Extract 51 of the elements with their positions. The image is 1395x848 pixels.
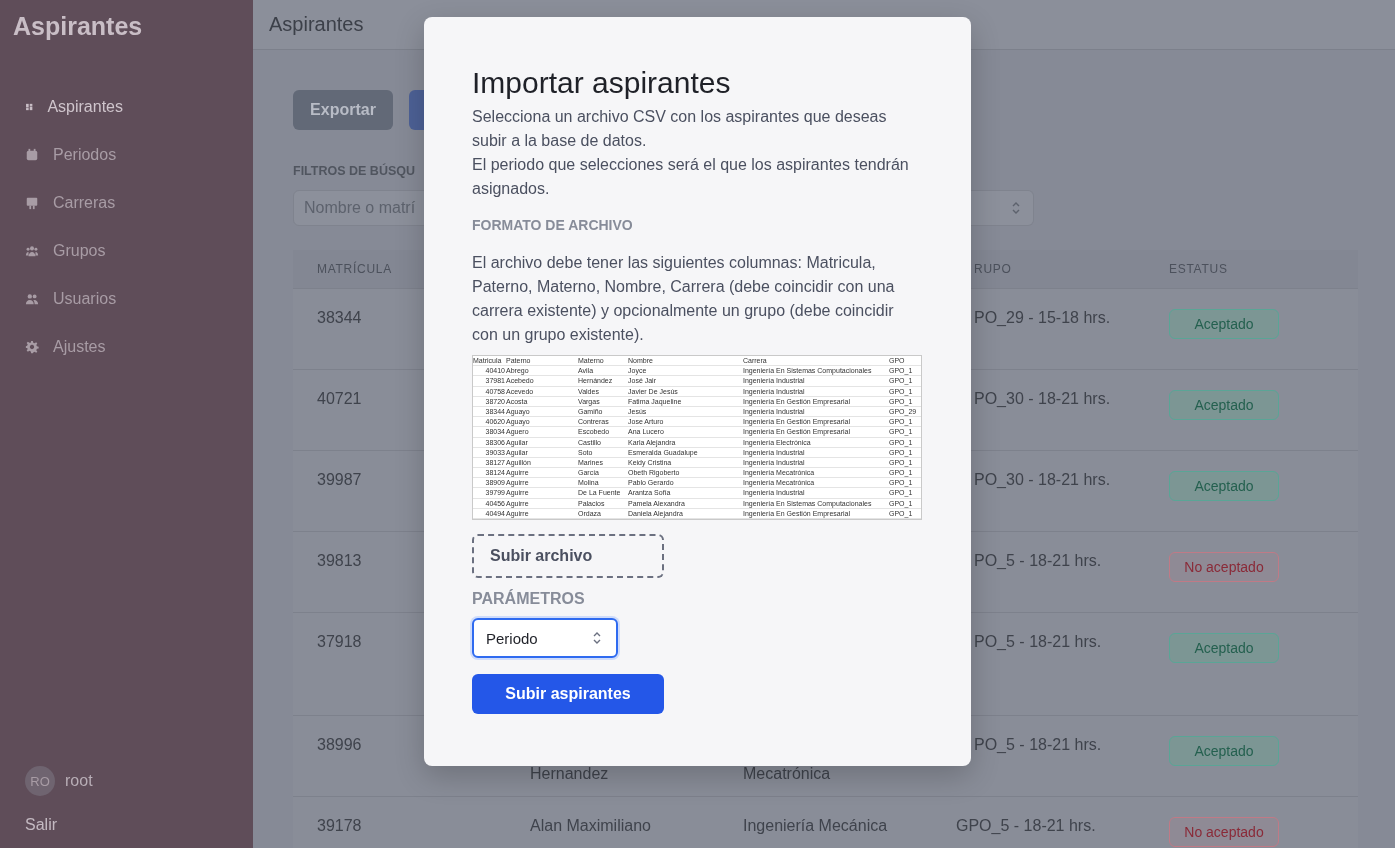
status-badge: Aceptado: [1169, 390, 1279, 420]
sidebar-item[interactable]: Ajustes: [0, 323, 123, 371]
table-cell: Hernandez: [530, 765, 609, 783]
table-cell: GPO_5 - 18-21 hrs.: [956, 817, 1096, 835]
table-cell-text: PO_5 - 18-21 hrs.: [973, 633, 1102, 651]
table-cell: 40721: [317, 390, 362, 408]
table-cell: 39987: [317, 471, 362, 489]
user-name: root: [65, 772, 93, 790]
status-badge: Aceptado: [1169, 633, 1279, 663]
sidebar-item[interactable]: Periodos: [0, 131, 123, 179]
table-cell-text: PO_30 - 18-21 hrs.: [973, 471, 1111, 489]
dialog-title: Importar aspirantes: [472, 65, 732, 101]
users-icon: [25, 292, 39, 306]
presentation-board-icon: [25, 196, 39, 210]
group-icon: [25, 244, 39, 258]
status-badge: Aceptado: [1169, 309, 1279, 339]
submit-button[interactable]: Subir aspirantes: [472, 674, 664, 714]
table-cell: 39813: [317, 552, 362, 570]
table-cell-text: PO_5 - 18-21 hrs.: [973, 552, 1102, 570]
table-cell: Mecatrónica: [743, 765, 831, 783]
table-cell-text: PO_5 - 18-21 hrs.: [973, 736, 1102, 754]
sidebar-item[interactable]: Grupos: [0, 227, 123, 275]
app-logo: Aspirantes: [12, 12, 144, 41]
page-title: Aspirantes: [269, 13, 364, 36]
table-cell: 37918: [317, 633, 362, 651]
status-badge: No aceptado: [1169, 552, 1279, 582]
dialog-text: Selecciona un archivo CSV con los aspirantes que deseas subir a la base de datos.: [472, 107, 888, 151]
table-cell: Alan Maximiliano: [530, 817, 651, 835]
status-badge: No aceptado: [1169, 817, 1279, 847]
status-badge: Aceptado: [1169, 471, 1279, 501]
sidebar-item[interactable]: Carreras: [0, 179, 123, 227]
table-cell: 39178: [317, 817, 362, 835]
table-cell: 38996: [317, 736, 362, 754]
chevron-updown-icon: [592, 630, 602, 646]
upload-file-button[interactable]: Subir archivo: [472, 534, 664, 578]
table-cell-text: PO_29 - 15-18 hrs.: [973, 309, 1111, 327]
user-avatar: RO: [25, 766, 55, 796]
table-cell-text: PO_30 - 18-21 hrs.: [973, 390, 1111, 408]
table-cell: 38344: [317, 309, 362, 327]
sidebar-item[interactable]: Aspirantes: [0, 83, 123, 131]
status-badge: Aceptado: [1169, 736, 1279, 766]
format-description: El archivo debe tener las siguientes columnas: Matricula, Paterno, Materno, Nombre, Carrera (debe coincidir con una carrera existente) y opcionalmente un grupo (debe coincidir con un grupo existente).: [472, 253, 896, 345]
calendar-icon: [25, 148, 39, 162]
logout-link[interactable]: Salir: [0, 816, 57, 834]
settings-icon: [25, 340, 39, 354]
sidebar-item[interactable]: Usuarios: [0, 275, 123, 323]
chevron-updown-icon: [1011, 200, 1021, 216]
table-cell: Ingeniería Mecánica: [743, 817, 888, 835]
period-select[interactable]: Periodo: [472, 618, 618, 658]
export-button[interactable]: Exportar: [293, 90, 393, 130]
section-heading: PARÁMETROS: [472, 590, 586, 608]
